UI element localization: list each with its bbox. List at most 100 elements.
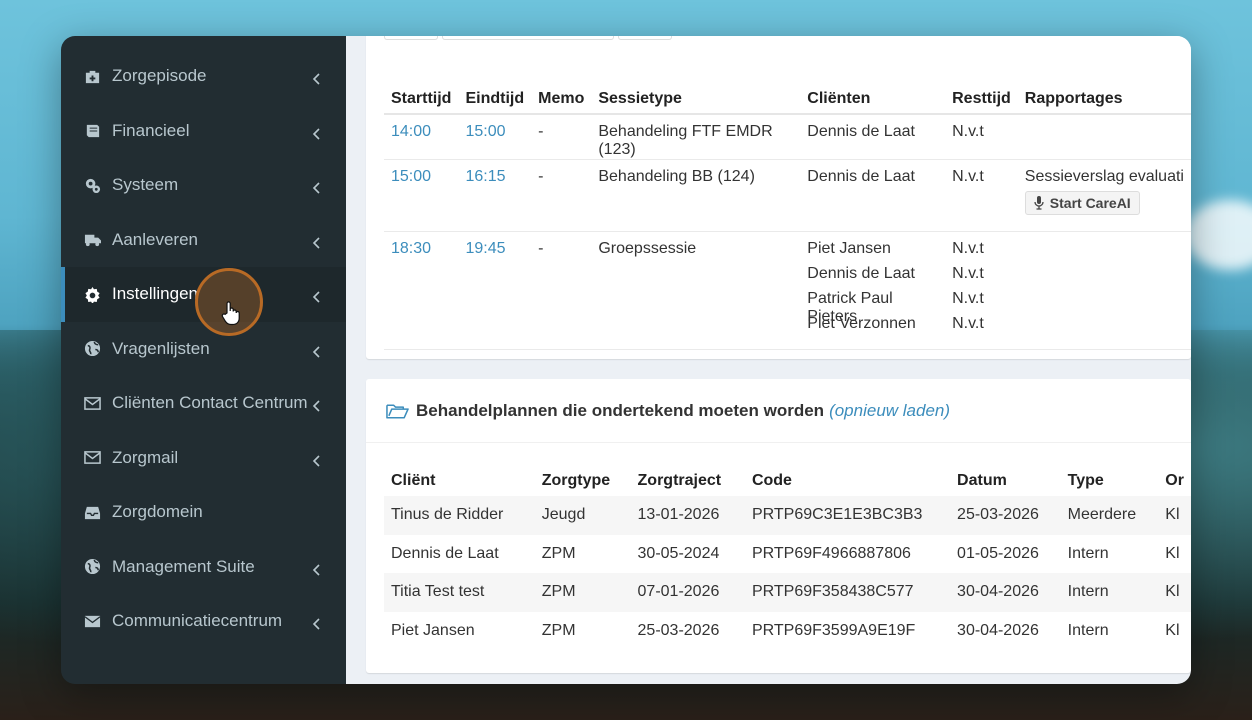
column-header[interactable]: Sessietype	[591, 84, 801, 115]
chevron-left-icon	[312, 70, 322, 85]
column-header[interactable]: Datum	[950, 466, 1061, 496]
table-cell: Tinus de Ridder	[384, 496, 535, 535]
gears-icon	[83, 176, 101, 194]
column-header[interactable]: Memo	[531, 84, 592, 115]
tab-stub[interactable]	[442, 36, 614, 40]
column-header[interactable]: Cliënt	[384, 466, 535, 496]
table-cell: PRTP69C3E1E3BC3B3	[744, 496, 951, 535]
client-name: Dennis de Laat	[807, 168, 915, 185]
tab-strip	[384, 36, 672, 40]
sidebar-item-label: Aanleveren	[112, 229, 199, 249]
column-header[interactable]: Cliënten	[800, 84, 946, 115]
table-header-row: Starttijd Eindtijd Memo Sessietype Cliënten R…	[384, 84, 1191, 115]
treatment-plans-card: Behandelplannen die ondertekend moeten w…	[366, 379, 1191, 673]
chevron-left-icon	[312, 179, 322, 194]
column-header[interactable]: Starttijd	[384, 84, 459, 115]
column-header[interactable]: Resttijd	[945, 84, 1018, 115]
table-cell: PRTP69F4966887806	[751, 544, 911, 562]
end-time-link[interactable]: 16:15	[465, 168, 505, 185]
sidebar-item-label: Cliënten Contact Centrum	[112, 393, 308, 413]
table-cell: ZPM	[541, 621, 576, 639]
table-cell: PRTP69F3599A9E19F	[751, 621, 916, 639]
client-name: Piet Verzonnen	[807, 315, 916, 332]
column-header[interactable]: Zorgtraject	[631, 466, 745, 496]
chevron-left-icon	[312, 343, 322, 358]
folder-open-icon	[386, 403, 409, 418]
sidebar-item-label: Zorgmail	[112, 447, 179, 467]
sidebar-item-label: Zorgdomein	[112, 502, 203, 522]
sidebar-item-aanleveren[interactable]: Aanleveren	[61, 213, 346, 268]
book-icon	[83, 122, 101, 140]
main-content: Starttijd Eindtijd Memo Sessietype Cliënten R…	[346, 36, 1191, 684]
table-row: 15:00 16:15 - Behandeling BB (124) Dennis de…	[384, 159, 1191, 232]
end-time-link[interactable]: 19:45	[465, 240, 505, 257]
sidebar-item-financieel[interactable]: Financieel	[61, 104, 346, 159]
sidebar-item-zorgdomein[interactable]: Zorgdomein	[61, 485, 346, 540]
table-cell: Titia Test test	[384, 573, 535, 612]
sidebar-item-zorgepisode[interactable]: Zorgepisode	[61, 49, 346, 104]
start-time-link[interactable]: 14:00	[391, 123, 431, 140]
table-cell: Dennis de Laat	[391, 544, 499, 562]
sidebar-item-systeem[interactable]: Systeem	[61, 158, 346, 213]
column-header[interactable]: Rapportages	[1017, 84, 1191, 115]
inbox-icon	[83, 503, 101, 521]
session-type: Behandeling BB (124)	[598, 168, 755, 185]
globe-icon	[83, 558, 101, 576]
column-header[interactable]: Type	[1061, 466, 1159, 496]
table-row[interactable]: Titia Test test ZPM 07-01-2026 PRTP69F35843…	[384, 573, 1191, 612]
start-careai-button[interactable]: Start CareAI	[1024, 191, 1140, 215]
memo-value: -	[538, 168, 544, 185]
start-time-link[interactable]: 18:30	[391, 240, 431, 257]
client-name: Piet Jansen	[807, 240, 891, 257]
table-cell: 01-05-2026	[957, 544, 1039, 562]
table-row[interactable]: Piet Jansen ZPM 25-03-2026 PRTP69F3599A9E19…	[384, 612, 1191, 651]
table-row[interactable]: Dennis de Laat ZPM 30-05-2024 PRTP69F496688…	[384, 535, 1191, 574]
table-cell: 30-04-2026	[957, 621, 1039, 639]
sidebar-item-label: Management Suite	[112, 556, 255, 576]
app-window: Zorgepisode Financieel Systeem Aanleveren In…	[61, 36, 1191, 684]
table-cell: Kl	[1165, 621, 1180, 639]
sidebar-item-communicatiecentrum[interactable]: Communicatiecentrum	[61, 594, 346, 649]
reload-link[interactable]: (opnieuw laden)	[829, 401, 950, 421]
rest-time: N.v.t	[952, 290, 984, 307]
table-cell: Kl	[1158, 496, 1191, 535]
medkit-icon	[83, 67, 101, 85]
tab-stub[interactable]	[384, 36, 438, 40]
table-cell: Intern	[1067, 544, 1109, 562]
sidebar-item-zorgmail[interactable]: Zorgmail	[61, 431, 346, 486]
chevron-left-icon	[312, 288, 322, 303]
chevron-left-icon	[312, 452, 322, 467]
chevron-left-icon	[312, 615, 322, 630]
rest-time: N.v.t	[952, 265, 984, 282]
sidebar-item-vragenlijsten[interactable]: Vragenlijsten	[61, 322, 346, 377]
end-time-link[interactable]: 15:00	[465, 123, 505, 140]
table-cell: Jeugd	[534, 496, 631, 535]
sidebar-item-label: Zorgepisode	[112, 66, 207, 86]
sessions-card: Starttijd Eindtijd Memo Sessietype Cliënten R…	[366, 36, 1191, 359]
sidebar: Zorgepisode Financieel Systeem Aanleveren In…	[61, 36, 346, 684]
rest-time: N.v.t	[952, 315, 984, 332]
client-name: Dennis de Laat	[807, 123, 915, 140]
column-header[interactable]: Code	[745, 466, 950, 496]
rest-time: N.v.t	[952, 240, 984, 257]
column-header[interactable]: Eindtijd	[458, 84, 532, 115]
sidebar-item-management-suite[interactable]: Management Suite	[61, 540, 346, 595]
table-cell: Intern	[1067, 621, 1109, 639]
column-header[interactable]: Zorgtype	[535, 466, 631, 496]
envelope-solid-icon	[83, 612, 101, 630]
sidebar-item-label: Communicatiecentrum	[112, 611, 283, 631]
table-cell: 13-01-2026	[630, 496, 745, 535]
memo-value: -	[538, 123, 544, 140]
rest-time: N.v.t	[952, 123, 984, 140]
table-row[interactable]: Tinus de Ridder Jeugd 13-01-2026 PRTP69C3E1…	[384, 496, 1191, 535]
table-cell: 30-05-2024	[637, 544, 720, 562]
session-type: Behandeling FTF EMDR (123)	[598, 123, 773, 158]
card-header: Behandelplannen die ondertekend moeten w…	[366, 379, 1191, 443]
chevron-left-icon	[312, 397, 322, 412]
button-label: Start CareAI	[1049, 195, 1131, 211]
table-row: 14:00 15:00 - Behandeling FTF EMDR (123) Den…	[384, 114, 1191, 160]
start-time-link[interactable]: 15:00	[391, 168, 431, 185]
column-header[interactable]: Or	[1158, 466, 1191, 496]
sidebar-item-cli-nten-contact-centrum[interactable]: Cliënten Contact Centrum	[61, 376, 346, 431]
tab-stub[interactable]	[618, 36, 672, 40]
